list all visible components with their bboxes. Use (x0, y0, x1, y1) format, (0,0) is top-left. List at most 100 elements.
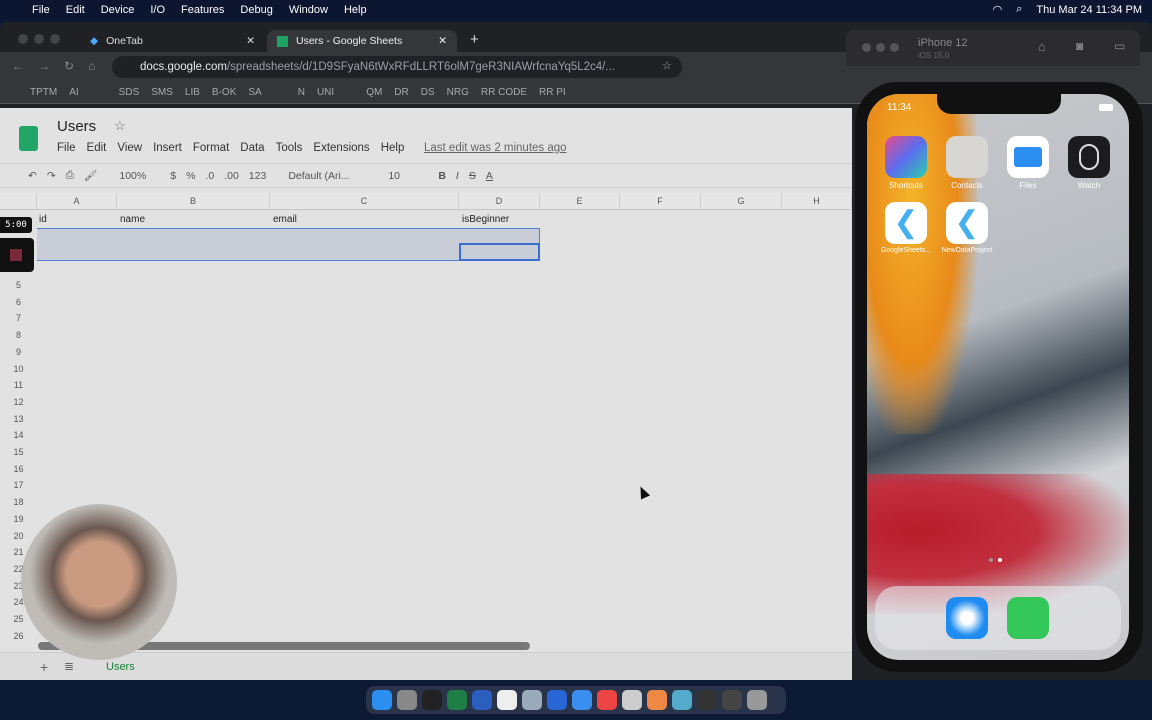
tab-onetab[interactable]: ◆ OneTab ✕ (80, 30, 265, 52)
bookmark[interactable]: DR (394, 87, 408, 98)
dock-app-icon[interactable] (722, 690, 742, 710)
dock-app-icon[interactable] (372, 690, 392, 710)
font-size-select[interactable]: 10 (388, 170, 428, 182)
row-number[interactable]: 26 (0, 631, 37, 641)
row-number[interactable]: 9 (0, 347, 37, 357)
menubar-clock[interactable]: Thu Mar 24 11:34 PM (1036, 4, 1142, 16)
dock-app-icon[interactable] (647, 690, 667, 710)
menu-device[interactable]: Device (101, 4, 135, 16)
dock-app-icon[interactable] (397, 690, 417, 710)
decrease-decimal-button[interactable]: .0 (205, 170, 214, 182)
column-header[interactable]: E (540, 193, 620, 210)
row-number[interactable]: 10 (0, 364, 37, 374)
menu-file[interactable]: File (57, 142, 76, 154)
bold-icon[interactable]: B (438, 170, 446, 182)
row-number[interactable]: 16 (0, 464, 37, 474)
all-sheets-icon[interactable]: ≣ (64, 659, 74, 673)
window-controls[interactable] (862, 43, 899, 52)
app-googlesheets-flutter[interactable]: ❮ (885, 202, 927, 244)
column-header[interactable]: C (270, 193, 459, 210)
bookmark[interactable]: SA (248, 87, 261, 98)
dock-app-icon[interactable] (522, 690, 542, 710)
dock-app-icon[interactable] (572, 690, 592, 710)
paint-format-icon[interactable]: 🖌 (84, 169, 97, 182)
bookmark[interactable]: B-OK (212, 87, 236, 98)
last-edit-link[interactable]: Last edit was 2 minutes ago (424, 142, 567, 154)
menu-insert[interactable]: Insert (153, 142, 182, 154)
page-indicator[interactable] (989, 558, 1002, 562)
app-contacts[interactable] (946, 136, 988, 178)
row-number[interactable]: 14 (0, 430, 37, 440)
dock-app-icon[interactable] (597, 690, 617, 710)
cell-d1[interactable]: isBeginner (462, 214, 509, 225)
row-number[interactable]: 18 (0, 497, 37, 507)
dock-app-icon[interactable] (622, 690, 642, 710)
star-icon[interactable]: ☆ (114, 118, 126, 134)
strikethrough-icon[interactable]: S (469, 170, 476, 182)
menu-features[interactable]: Features (181, 4, 224, 16)
bookmark[interactable]: AI (69, 87, 78, 98)
row-number[interactable]: 20 (0, 531, 37, 541)
app-messages[interactable] (1007, 597, 1049, 639)
cell-a1[interactable]: id (39, 214, 47, 225)
zoom-select[interactable]: 100% (119, 170, 146, 182)
add-sheet-button[interactable]: + (40, 659, 48, 675)
bookmark[interactable]: TPTM (30, 87, 57, 98)
bookmark[interactable]: SDS (119, 87, 140, 98)
more-formats-button[interactable]: 123 (249, 170, 267, 182)
dock-app-icon[interactable] (697, 690, 717, 710)
column-header[interactable]: B (117, 193, 270, 210)
print-icon[interactable]: ⎙ (66, 169, 74, 182)
new-tab-button[interactable]: + (470, 31, 479, 48)
tab-google-sheets[interactable]: Users - Google Sheets ✕ (267, 30, 457, 52)
home-icon[interactable]: ⌂ (1038, 39, 1046, 54)
column-header[interactable]: H (782, 193, 852, 210)
dock-app-icon[interactable] (497, 690, 517, 710)
app-safari[interactable] (946, 597, 988, 639)
close-icon[interactable]: ✕ (438, 35, 447, 47)
bookmark[interactable]: QM (366, 87, 382, 98)
bookmark[interactable]: RR CODE (481, 87, 527, 98)
select-all[interactable] (0, 193, 37, 210)
menu-data[interactable]: Data (240, 142, 264, 154)
menu-edit[interactable]: Edit (87, 142, 107, 154)
dock-app-icon[interactable] (422, 690, 442, 710)
row-number[interactable]: 17 (0, 480, 37, 490)
row-number[interactable]: 8 (0, 330, 37, 340)
italic-icon[interactable]: I (456, 170, 459, 182)
bookmark[interactable]: N (298, 87, 305, 98)
app-shortcuts[interactable] (885, 136, 927, 178)
percent-button[interactable]: % (186, 170, 195, 182)
search-icon[interactable]: ⌕ (1016, 3, 1022, 16)
menu-help[interactable]: Help (381, 142, 405, 154)
menu-extensions[interactable]: Extensions (313, 142, 369, 154)
screenshot-icon[interactable]: ◙ (1076, 39, 1083, 53)
bookmark-star-icon[interactable]: ☆ (662, 59, 672, 72)
row-number[interactable]: 6 (0, 297, 37, 307)
app-files[interactable] (1007, 136, 1049, 178)
app-watch[interactable] (1068, 136, 1110, 178)
cell-b1[interactable]: name (120, 214, 145, 225)
menu-view[interactable]: View (117, 142, 142, 154)
menu-help[interactable]: Help (344, 4, 367, 16)
column-header[interactable]: F (620, 193, 701, 210)
font-select[interactable]: Default (Ari... (288, 170, 368, 182)
bookmark[interactable]: SMS (151, 87, 173, 98)
forward-icon[interactable]: → (38, 59, 50, 73)
row-number[interactable]: 15 (0, 447, 37, 457)
dock-app-icon[interactable] (472, 690, 492, 710)
rotate-icon[interactable]: ▭ (1114, 39, 1125, 53)
increase-decimal-button[interactable]: .00 (224, 170, 239, 182)
column-header[interactable]: D (459, 193, 540, 210)
menu-debug[interactable]: Debug (240, 4, 272, 16)
wifi-icon[interactable]: ◠ (993, 3, 1003, 16)
bookmark[interactable]: RR PI (539, 87, 566, 98)
menu-edit[interactable]: Edit (66, 4, 85, 16)
back-icon[interactable]: ← (12, 59, 24, 73)
menu-window[interactable]: Window (289, 4, 328, 16)
bookmark[interactable]: NRG (447, 87, 469, 98)
bookmark[interactable]: LIB (185, 87, 200, 98)
home-screen[interactable]: 11:34 Shortcuts Contacts Files Watch ❮ G… (867, 94, 1129, 660)
cell-c1[interactable]: email (273, 214, 297, 225)
app-newdataproject-flutter[interactable]: ❮ (946, 202, 988, 244)
